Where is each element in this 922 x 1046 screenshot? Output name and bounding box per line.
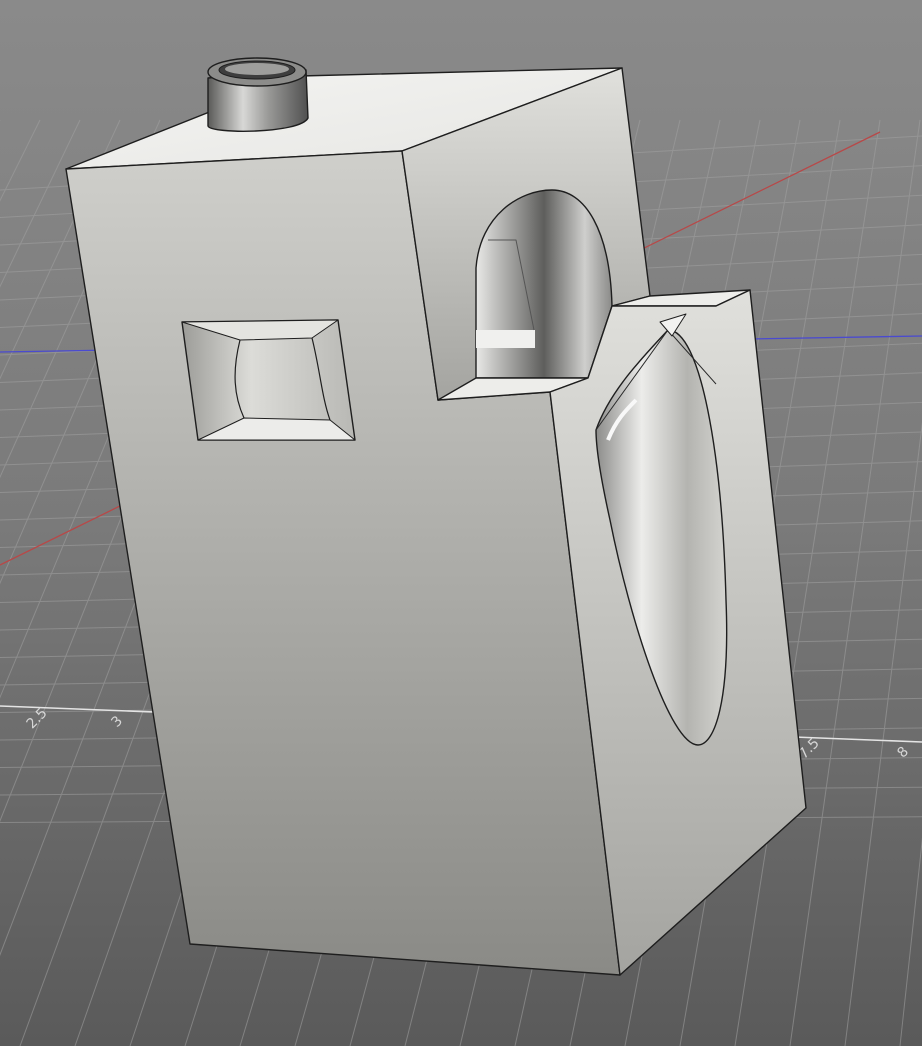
arch-inner-ledge (476, 330, 535, 348)
cylinder-boss (207, 57, 309, 132)
3d-viewport[interactable]: 2.533.544.555.566.577.58 (0, 0, 922, 1046)
arch-cutout (475, 189, 613, 379)
scene-canvas[interactable]: 2.533.544.555.566.577.58 (0, 0, 922, 1046)
